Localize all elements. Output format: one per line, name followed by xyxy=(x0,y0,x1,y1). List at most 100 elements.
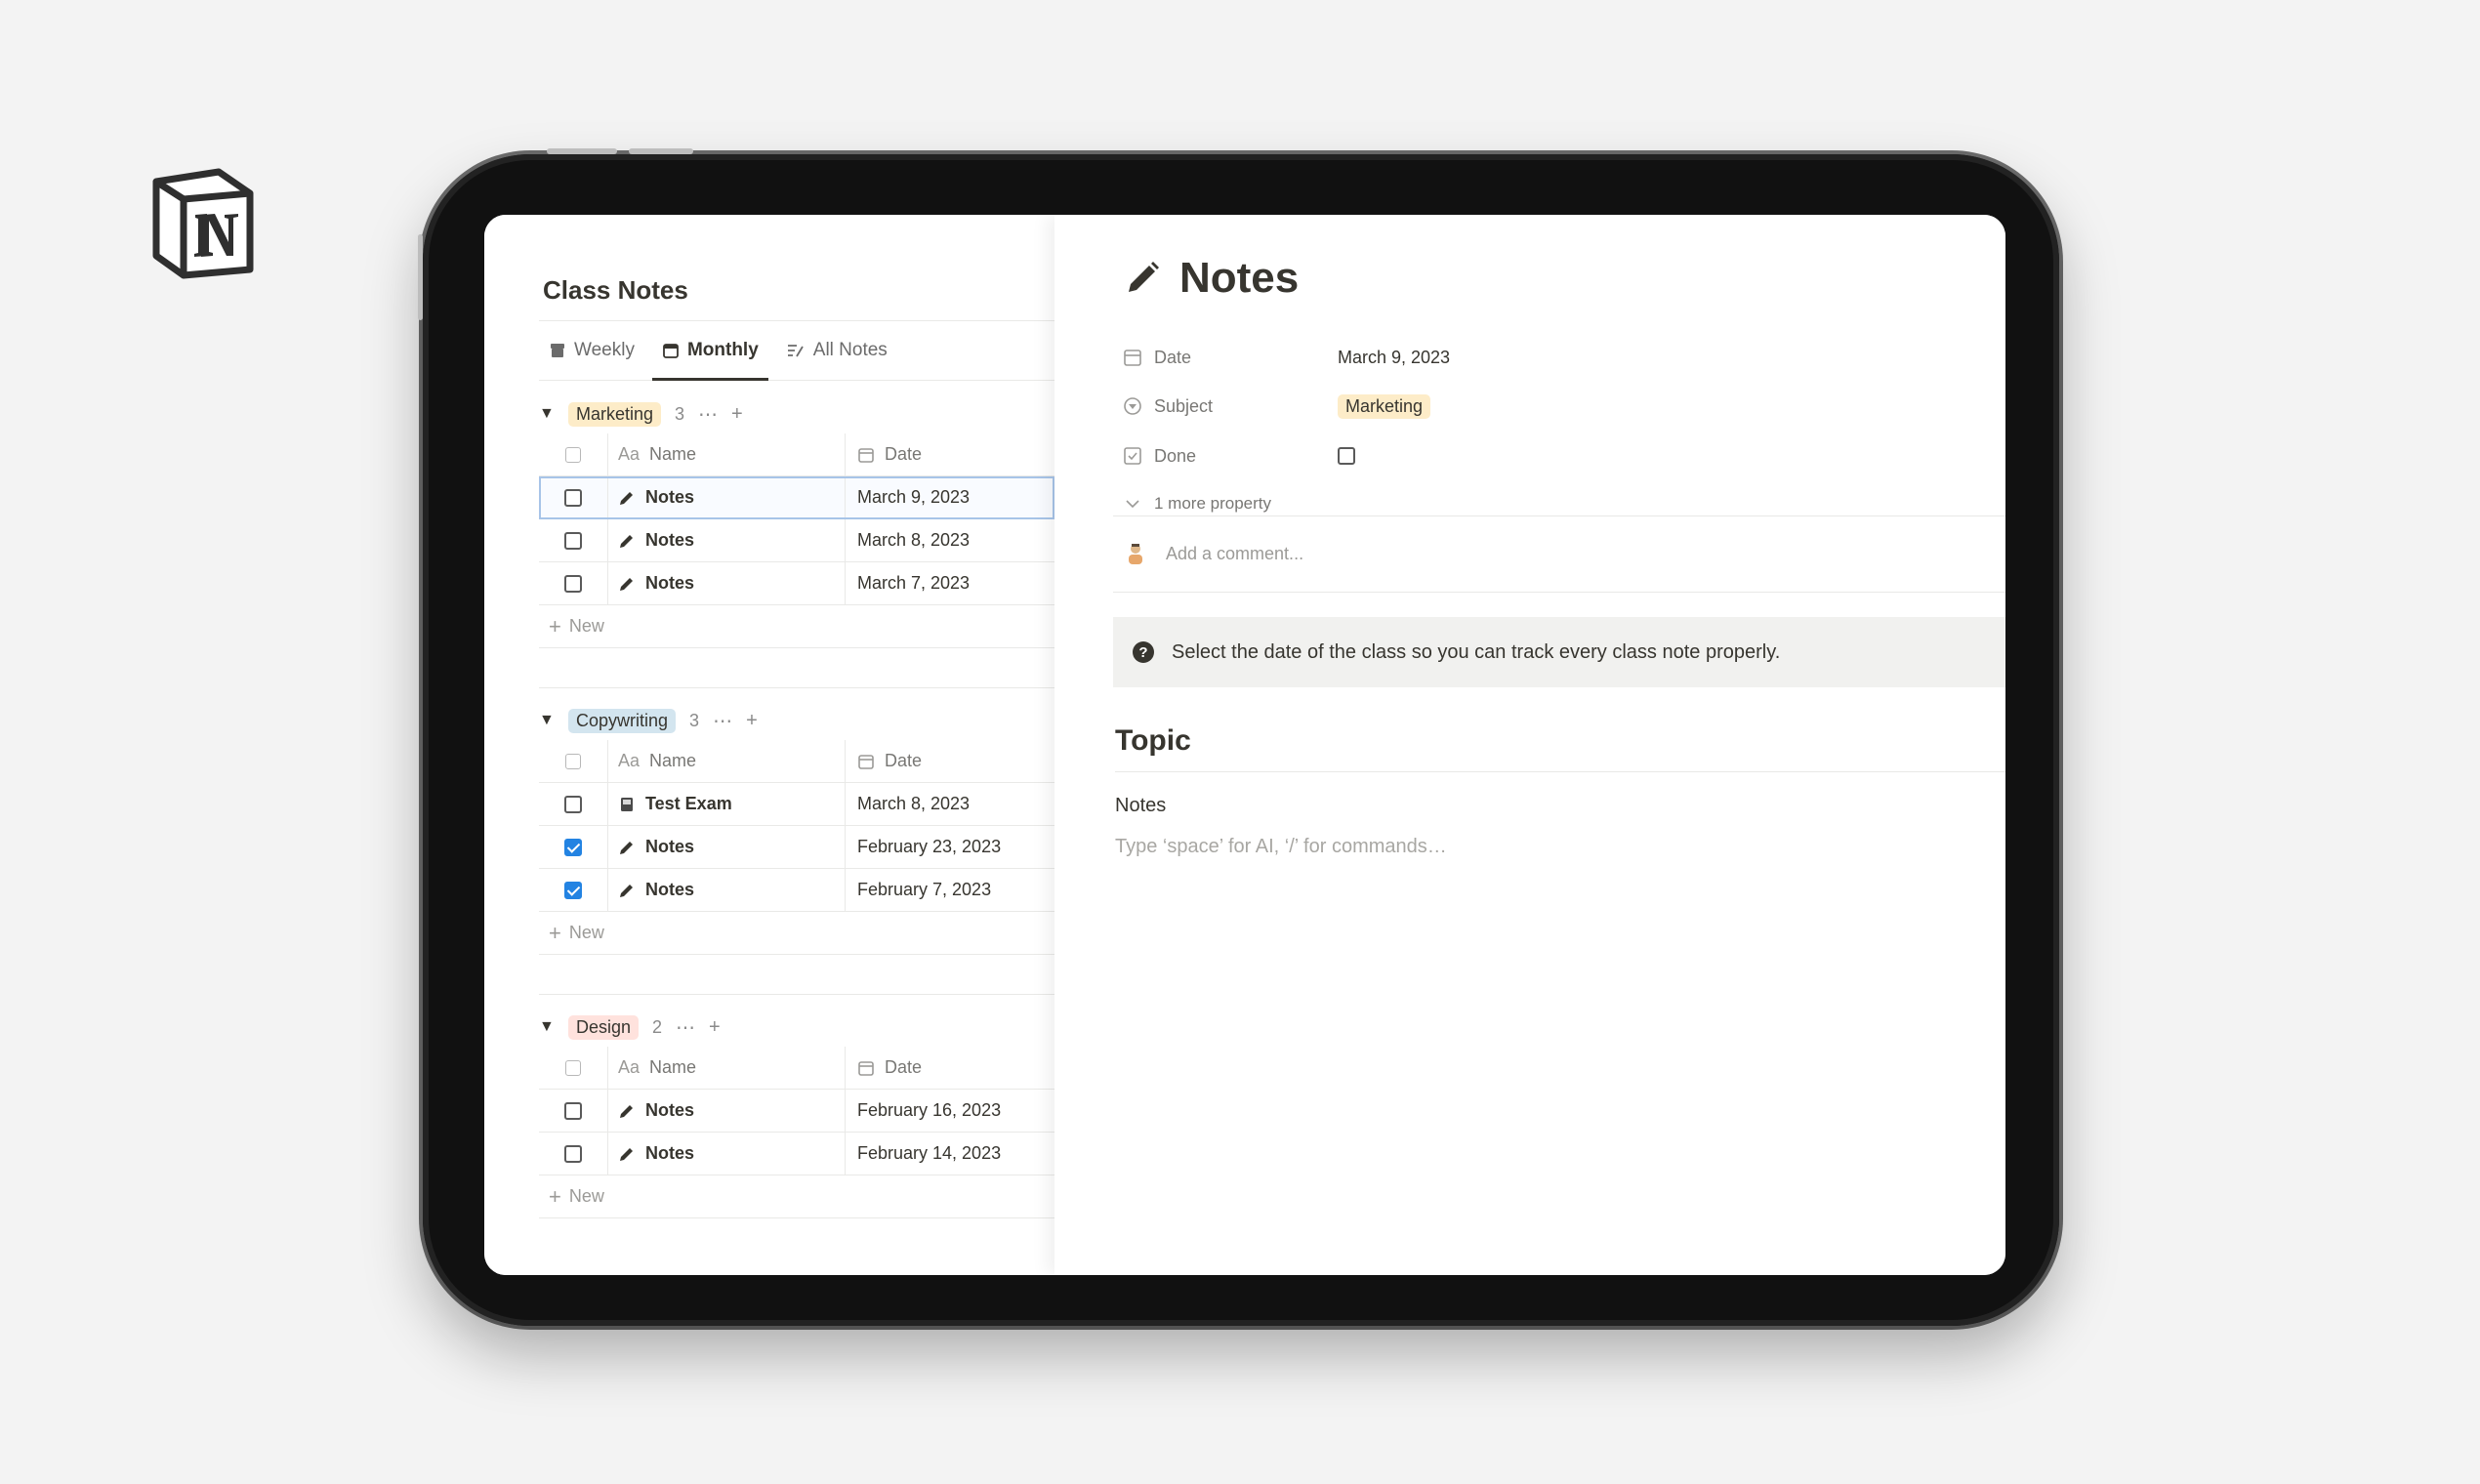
property-subject[interactable]: Subject Marketing xyxy=(1123,387,1904,426)
checkbox-column-icon[interactable] xyxy=(565,753,581,769)
row-date[interactable]: February 14, 2023 xyxy=(857,1143,1001,1164)
comment-box[interactable]: Add a comment... xyxy=(1123,541,1303,566)
add-icon[interactable]: + xyxy=(709,1016,721,1039)
callout-block[interactable]: ? Select the date of the class so you ca… xyxy=(1113,617,2005,687)
tab-monthly[interactable]: Monthly xyxy=(651,321,768,381)
group-header: ▼ Design 2 ⋯ + xyxy=(539,1008,1054,1047)
row-date[interactable]: March 7, 2023 xyxy=(857,573,970,594)
row-date[interactable]: February 16, 2023 xyxy=(857,1100,1001,1121)
column-header-row: Aa Name Date xyxy=(539,1047,1054,1090)
add-icon[interactable]: + xyxy=(731,403,743,426)
row-date[interactable]: March 8, 2023 xyxy=(857,794,970,814)
row-checkbox[interactable] xyxy=(564,531,582,550)
new-label: New xyxy=(568,616,604,636)
column-header-row: Aa Name Date xyxy=(539,433,1054,476)
column-header-row: Aa Name Date xyxy=(539,740,1054,783)
column-name-header[interactable]: Name xyxy=(649,1057,696,1078)
add-icon[interactable]: + xyxy=(746,710,758,732)
group-tag[interactable]: Copywriting xyxy=(568,708,677,733)
group-copywriting: ▼ Copywriting 3 ⋯ + Aa Name Date Test Exam March … xyxy=(539,701,1054,955)
notes-text[interactable]: Notes xyxy=(1115,795,1166,817)
row-checkbox[interactable] xyxy=(564,574,582,593)
chevron-down-icon xyxy=(1126,500,1139,509)
group-count: 2 xyxy=(652,1016,663,1037)
row-date[interactable]: March 8, 2023 xyxy=(857,530,970,551)
row-name[interactable]: Notes xyxy=(645,530,694,551)
more-icon[interactable]: ⋯ xyxy=(713,709,732,733)
tab-all-notes[interactable]: All Notes xyxy=(776,321,897,380)
group-marketing: ▼ Marketing 3 ⋯ + Aa Name Date Notes March 9, 202… xyxy=(539,394,1054,648)
table-row[interactable]: Notes February 23, 2023 xyxy=(539,826,1054,869)
table-row[interactable]: Notes February 16, 2023 xyxy=(539,1090,1054,1133)
row-name[interactable]: Notes xyxy=(645,1100,694,1121)
row-checkbox[interactable] xyxy=(564,795,582,813)
subject-tag[interactable]: Marketing xyxy=(1338,393,1431,419)
checkbox-column-icon[interactable] xyxy=(565,446,581,463)
tab-label: Monthly xyxy=(686,340,759,360)
pencil-icon xyxy=(620,884,633,897)
tablet-top-button xyxy=(547,148,617,154)
row-name[interactable]: Notes xyxy=(645,573,694,594)
table-row[interactable]: Notes March 9, 2023 xyxy=(539,476,1054,519)
page-title: Notes xyxy=(1123,254,1299,303)
tab-weekly[interactable]: Weekly xyxy=(539,321,644,380)
page-title-text: Notes xyxy=(1179,254,1300,302)
column-name-header[interactable]: Name xyxy=(649,751,696,771)
caret-down-icon[interactable]: ▼ xyxy=(539,1018,555,1036)
calendar-icon xyxy=(663,344,679,358)
row-date[interactable]: March 9, 2023 xyxy=(857,487,970,508)
property-date[interactable]: Date March 9, 2023 xyxy=(1123,338,1904,377)
new-row-button[interactable]: + New xyxy=(539,605,1054,648)
more-properties-toggle[interactable]: 1 more property xyxy=(1123,484,1904,523)
table-row[interactable]: Notes February 14, 2023 xyxy=(539,1133,1054,1175)
checkbox-column-icon[interactable] xyxy=(565,1059,581,1076)
new-label: New xyxy=(568,923,604,942)
pencil-icon xyxy=(620,1104,633,1118)
group-tag[interactable]: Design xyxy=(568,1014,640,1040)
table-row[interactable]: Notes February 7, 2023 xyxy=(539,869,1054,912)
caret-down-icon[interactable]: ▼ xyxy=(539,712,555,729)
checkbox-icon xyxy=(1124,447,1141,465)
table-row[interactable]: Notes March 8, 2023 xyxy=(539,519,1054,562)
view-tabs: Weekly Monthly All Notes xyxy=(539,320,1054,381)
row-name[interactable]: Notes xyxy=(645,487,694,508)
row-checkbox[interactable] xyxy=(564,488,582,507)
notion-logo-icon xyxy=(152,168,254,279)
column-date-header[interactable]: Date xyxy=(885,1057,922,1078)
row-checkbox[interactable] xyxy=(564,1144,582,1163)
group-divider xyxy=(539,994,1054,995)
more-icon[interactable]: ⋯ xyxy=(698,402,718,427)
column-date-header[interactable]: Date xyxy=(885,444,922,465)
caret-down-icon[interactable]: ▼ xyxy=(539,405,555,423)
row-name[interactable]: Notes xyxy=(645,1143,694,1164)
group-design: ▼ Design 2 ⋯ + Aa Name Date Notes February 16, 20… xyxy=(539,1008,1054,1218)
table-row[interactable]: Notes March 7, 2023 xyxy=(539,562,1054,605)
column-name-header[interactable]: Name xyxy=(649,444,696,465)
new-row-button[interactable]: + New xyxy=(539,912,1054,955)
group-divider xyxy=(539,687,1054,688)
row-name[interactable]: Notes xyxy=(645,880,694,900)
table-row[interactable]: Test Exam March 8, 2023 xyxy=(539,783,1054,826)
row-checkbox[interactable] xyxy=(564,1101,582,1120)
new-row-button[interactable]: + New xyxy=(539,1175,1054,1218)
comment-placeholder: Add a comment... xyxy=(1166,543,1304,563)
editor-placeholder[interactable]: Type ‘space’ for AI, ‘/’ for commands… xyxy=(1115,836,1447,858)
done-checkbox[interactable] xyxy=(1338,447,1355,465)
row-date[interactable]: February 23, 2023 xyxy=(857,837,1001,857)
row-date[interactable]: February 7, 2023 xyxy=(857,880,991,900)
group-tag[interactable]: Marketing xyxy=(568,401,662,427)
property-done[interactable]: Done xyxy=(1123,436,1904,475)
date-value[interactable]: March 9, 2023 xyxy=(1338,348,1450,368)
more-icon[interactable]: ⋯ xyxy=(676,1015,695,1040)
pencil-icon xyxy=(620,491,633,505)
topic-heading[interactable]: Topic xyxy=(1115,724,2005,772)
row-checkbox[interactable] xyxy=(564,838,582,856)
row-checkbox[interactable] xyxy=(564,881,582,899)
row-name[interactable]: Notes xyxy=(645,837,694,857)
row-name[interactable]: Test Exam xyxy=(645,794,732,814)
database-title: Class Notes xyxy=(543,275,688,305)
text-type-icon: Aa xyxy=(618,1057,641,1077)
property-label: Done xyxy=(1154,445,1197,466)
column-date-header[interactable]: Date xyxy=(885,751,922,771)
pencil-icon xyxy=(620,577,633,591)
